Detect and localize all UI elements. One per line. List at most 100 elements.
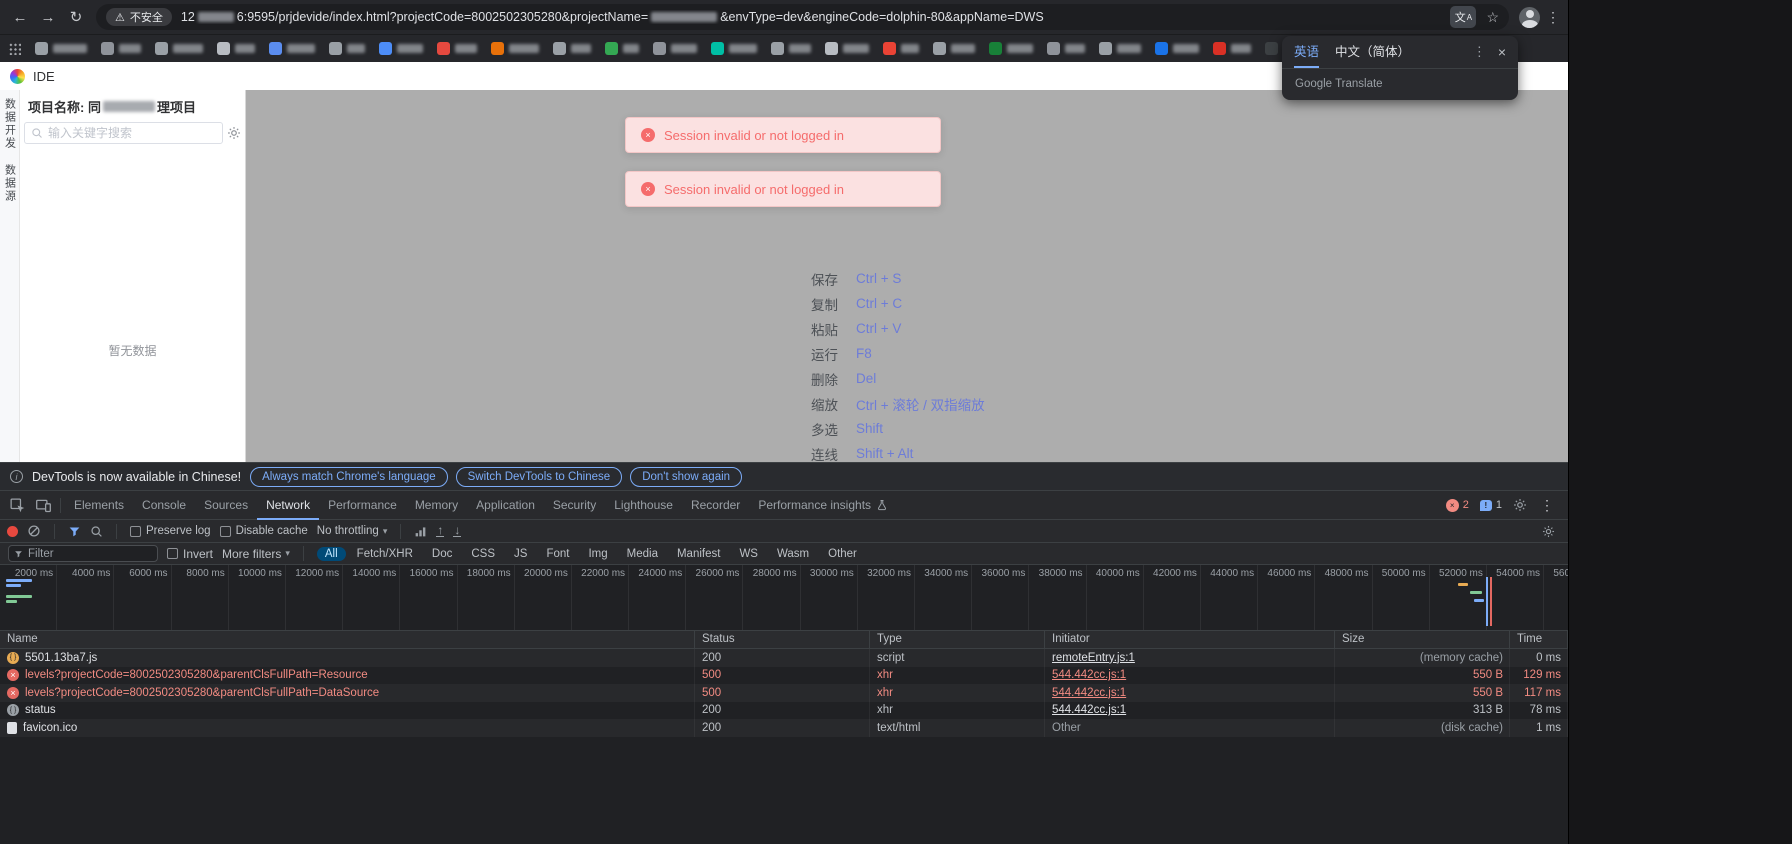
filter-chip[interactable]: Img [580, 547, 615, 561]
filter-chip[interactable]: CSS [463, 547, 503, 561]
network-search-icon[interactable] [90, 525, 103, 538]
devtools-tab[interactable]: Lighthouse [605, 491, 682, 520]
bookmark-item[interactable] [825, 42, 869, 55]
disable-cache-checkbox[interactable]: Disable cache [220, 525, 308, 537]
infobar-button[interactable]: Don't show again [630, 467, 742, 487]
request-initiator[interactable]: 544.442cc.js:1 [1052, 704, 1126, 716]
column-header[interactable]: Initiator [1045, 631, 1335, 648]
devtools-tab[interactable]: Network [257, 491, 319, 520]
rail-item[interactable]: 数据源 [2, 164, 18, 203]
network-request-row[interactable]: levels?projectCode=8002502305280&parentC… [0, 667, 1568, 685]
filter-chip[interactable]: All [317, 547, 346, 561]
filter-chip[interactable]: Media [619, 547, 666, 561]
export-har-icon[interactable]: ↓ [453, 525, 461, 537]
request-initiator[interactable]: 544.442cc.js:1 [1052, 669, 1126, 681]
address-bar[interactable]: ⚠ 不安全 12 6:9595/prjdevide/index.html?pro… [96, 4, 1509, 30]
filter-chip[interactable]: Manifest [669, 547, 728, 561]
not-secure-chip[interactable]: ⚠ 不安全 [106, 8, 172, 26]
filter-chip[interactable]: JS [506, 547, 535, 561]
column-header[interactable]: Size [1335, 631, 1510, 648]
device-toolbar-icon[interactable] [30, 497, 56, 514]
editor-canvas[interactable]: × Session invalid or not logged in × Ses… [246, 90, 1568, 462]
devtools-tab[interactable]: Security [544, 491, 605, 520]
reload-button[interactable]: ↻ [62, 8, 90, 26]
filter-toggle-icon[interactable] [68, 525, 81, 538]
column-header[interactable]: Type [870, 631, 1045, 648]
console-error-badge[interactable]: × 2 [1446, 499, 1469, 512]
filter-input-box[interactable] [8, 545, 158, 562]
network-request-row[interactable]: favicon.ico 200 text/html Other (disk ca… [0, 719, 1568, 737]
forward-button[interactable]: → [34, 9, 62, 26]
column-header[interactable]: Time [1510, 631, 1568, 648]
network-request-row[interactable]: 5501.13ba7.js 200 script remoteEntry.js:… [0, 649, 1568, 667]
inspect-element-icon[interactable] [4, 497, 30, 514]
infobar-button[interactable]: Always match Chrome's language [250, 467, 448, 487]
bookmark-item[interactable] [771, 42, 811, 55]
filter-chip[interactable]: WS [731, 547, 766, 561]
bookmark-item[interactable] [217, 42, 255, 55]
tab-performance-insights[interactable]: Performance insights [749, 491, 897, 520]
request-initiator[interactable]: Other [1052, 722, 1081, 734]
bookmark-item[interactable] [379, 42, 423, 55]
import-har-icon[interactable]: ↑ [436, 525, 444, 537]
request-initiator[interactable]: 544.442cc.js:1 [1052, 687, 1126, 699]
search-box[interactable] [24, 122, 223, 144]
devtools-tab[interactable]: Application [467, 491, 544, 520]
network-request-row[interactable]: status 200 xhr 544.442cc.js:1 313 B 78 m… [0, 702, 1568, 720]
panel-settings-gear-icon[interactable] [227, 126, 241, 140]
filter-chip[interactable]: Font [538, 547, 577, 561]
network-conditions-icon[interactable] [414, 525, 427, 538]
bookmark-item[interactable] [1155, 42, 1199, 55]
search-input[interactable] [48, 126, 216, 140]
more-filters-dropdown[interactable]: More filters ▾ [222, 547, 290, 561]
bookmark-item[interactable] [437, 42, 477, 55]
devtools-tab[interactable]: Performance [319, 491, 406, 520]
throttling-select[interactable]: No throttling ▾ [317, 525, 388, 537]
column-header[interactable]: Name [0, 631, 695, 648]
preserve-log-checkbox[interactable]: Preserve log [130, 525, 211, 537]
bookmark-item[interactable] [35, 42, 87, 55]
devtools-tab[interactable]: Elements [65, 491, 133, 520]
bookmark-item[interactable] [155, 42, 203, 55]
apps-grid-icon[interactable] [8, 42, 21, 55]
network-request-row[interactable]: levels?projectCode=8002502305280&parentC… [0, 684, 1568, 702]
bookmark-item[interactable] [883, 42, 919, 55]
filter-chip[interactable]: Other [820, 547, 865, 561]
translate-menu-icon[interactable]: ⋮ [1473, 44, 1486, 60]
issues-badge[interactable]: ! 1 [1480, 499, 1502, 511]
bookmark-item[interactable] [1213, 42, 1251, 55]
filter-chip[interactable]: Doc [424, 547, 460, 561]
translate-close-icon[interactable]: × [1498, 44, 1506, 60]
bookmark-item[interactable] [491, 42, 539, 55]
clear-button[interactable] [27, 524, 41, 538]
back-button[interactable]: ← [6, 9, 34, 26]
devtools-tab[interactable]: Console [133, 491, 195, 520]
infobar-button[interactable]: Switch DevTools to Chinese [456, 467, 623, 487]
bookmark-item[interactable] [653, 42, 697, 55]
bookmark-item[interactable] [269, 42, 315, 55]
bookmark-item[interactable] [605, 42, 639, 55]
filter-chip[interactable]: Wasm [769, 547, 817, 561]
devtools-tab[interactable]: Recorder [682, 491, 749, 520]
network-overview-timeline[interactable]: 2000 ms 4000 ms 6000 ms 8000 ms 10000 ms… [0, 565, 1568, 631]
bookmark-item[interactable] [101, 42, 141, 55]
devtools-kebab-icon[interactable]: ⋮ [1538, 497, 1556, 514]
bookmark-item[interactable] [711, 42, 757, 55]
bookmark-item[interactable] [329, 42, 365, 55]
bookmark-item[interactable] [989, 42, 1033, 55]
filter-input[interactable] [28, 548, 152, 560]
devtools-tab[interactable]: Sources [195, 491, 257, 520]
filter-chip[interactable]: Fetch/XHR [349, 547, 421, 561]
devtools-tab[interactable]: Memory [406, 491, 467, 520]
devtools-settings-gear-icon[interactable] [1513, 498, 1527, 512]
record-button[interactable] [7, 526, 18, 537]
bookmark-item[interactable] [933, 42, 975, 55]
column-header[interactable]: Status [695, 631, 870, 648]
translate-tab-english[interactable]: 英语 [1294, 36, 1319, 68]
request-initiator[interactable]: remoteEntry.js:1 [1052, 652, 1135, 664]
bookmark-item[interactable] [1099, 42, 1141, 55]
bookmark-item[interactable] [553, 42, 591, 55]
bookmark-star-icon[interactable]: ☆ [1486, 9, 1499, 26]
invert-checkbox[interactable]: Invert [167, 547, 213, 561]
translate-icon[interactable]: 文A [1450, 6, 1476, 28]
